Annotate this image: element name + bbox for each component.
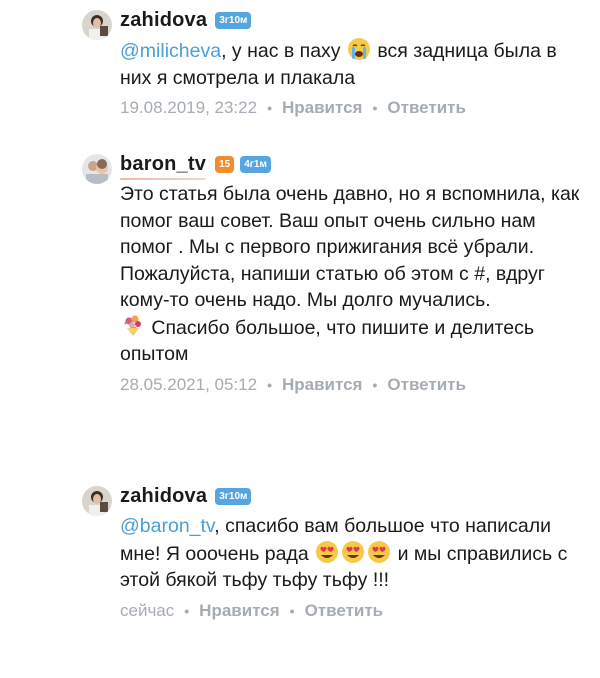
like-button[interactable]: Нравится — [282, 375, 363, 395]
user-avatar[interactable] — [82, 10, 112, 40]
comment-body: zahidova 3г10м @milicheva, у нас в паху … — [120, 8, 580, 118]
timestamp: 19.08.2019, 23:22 — [120, 98, 258, 117]
like-button[interactable]: Нравится — [199, 601, 280, 621]
reply-button[interactable]: Ответить — [387, 98, 466, 118]
timestamp: 28.05.2021, 05:12 — [120, 374, 258, 394]
like-button[interactable]: Нравится — [282, 98, 363, 118]
mention-link[interactable]: @milicheva — [120, 40, 221, 62]
bouquet-icon — [121, 314, 145, 338]
comment-header: zahidova 3г10м — [120, 8, 580, 32]
separator-dot: • — [267, 100, 272, 116]
heart-eyes-icon — [341, 540, 365, 564]
separator-dot: • — [372, 100, 378, 116]
comment-header: zahidova 3г10м — [120, 484, 580, 508]
comment-header: baron_tv 15 4г1м — [120, 152, 580, 180]
user-avatar[interactable] — [82, 486, 112, 516]
separator-dot: • — [289, 602, 295, 619]
username[interactable]: baron_tv — [120, 153, 207, 180]
username[interactable]: zahidova — [120, 9, 207, 32]
account-age-badge: 3г10м — [215, 487, 252, 505]
timestamp: сейчас — [120, 600, 175, 620]
comment-text: @baron_tv, спасибо вам большое что напис… — [120, 515, 568, 591]
separator-dot: • — [267, 376, 272, 393]
account-age-badge: 4г1м — [240, 155, 271, 173]
heart-eyes-icon — [315, 540, 339, 564]
mention-link[interactable]: @baron_tv — [120, 515, 214, 537]
separator-dot: • — [184, 602, 190, 619]
comment-text: Это статья была очень давно, но я вспомн… — [120, 183, 580, 365]
comment-meta: 19.08.2019, 23:22 • Нравится • Ответить — [120, 98, 580, 118]
comment-body: baron_tv 15 4г1м Это статья была очень д… — [120, 152, 580, 395]
account-age-badge: 3г10м — [215, 11, 252, 29]
comment-meta: сейчас • Нравится • Ответить — [120, 601, 580, 621]
reply-button[interactable]: Ответить — [305, 601, 384, 621]
heart-eyes-icon — [367, 540, 391, 564]
username[interactable]: zahidova — [120, 485, 207, 508]
user-avatar[interactable] — [82, 154, 112, 184]
crying-face-icon — [347, 37, 371, 61]
comment-body: zahidova 3г10м @baron_tv, спасибо вам бо… — [120, 484, 580, 621]
reply-button[interactable]: Ответить — [387, 375, 466, 395]
separator-dot: • — [372, 376, 378, 393]
level-badge: 15 — [215, 155, 235, 173]
comment-meta: 28.05.2021, 05:12 • Нравится • Ответить — [120, 375, 580, 395]
comment-text: @milicheva, у нас в паху вся задница был… — [120, 37, 580, 91]
